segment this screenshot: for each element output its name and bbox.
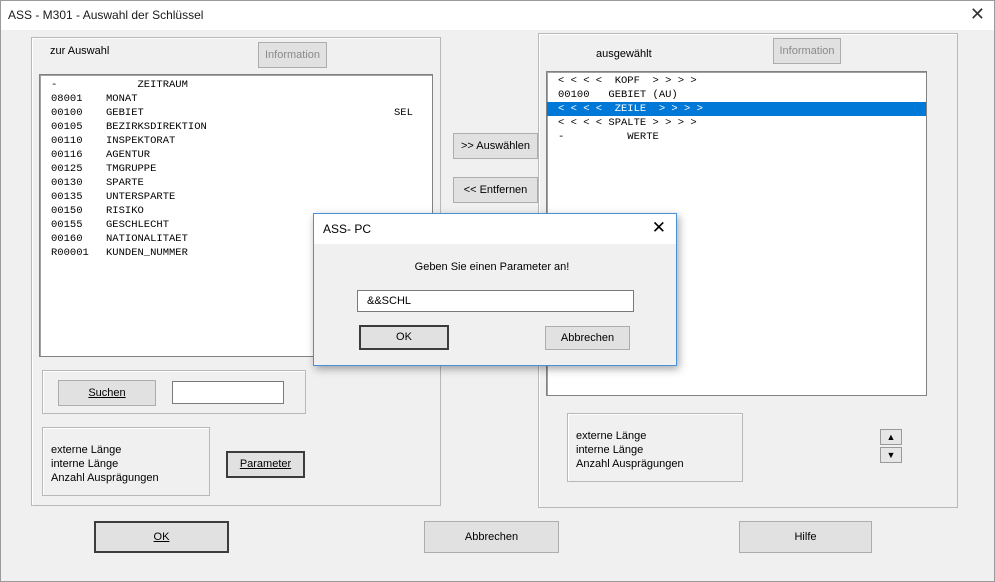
key-code: 00110 [51, 135, 83, 147]
key-name: GESCHLECHT [106, 219, 170, 231]
search-button-label: Suchen [88, 387, 126, 399]
dialog-close-icon[interactable]: ✕ [652, 218, 666, 238]
parameter-button[interactable]: Parameter [226, 451, 305, 478]
help-button[interactable]: Hilfe [739, 521, 872, 553]
key-name: RISIKO [106, 205, 144, 217]
select-button[interactable]: >> Auswählen [453, 133, 538, 159]
parameter-dialog: ASS- PC ✕ Geben Sie einen Parameter an! … [313, 213, 677, 366]
list-item[interactable]: 00100 GEBIET (AU) [547, 88, 926, 102]
external-length-label: externe Länge [576, 430, 647, 442]
key-name: AGENTUR [106, 149, 151, 161]
arrow-down-icon: ▼ [886, 450, 896, 460]
right-information-button[interactable]: Information [773, 38, 841, 64]
key-name: UNTERSPARTE [106, 191, 176, 203]
list-item[interactable]: 00100 GEBIET SEL [40, 106, 432, 120]
cancel-button-label: Abbrechen [464, 531, 519, 543]
list-item[interactable]: 00125 TMGRUPPE [40, 162, 432, 176]
list-item[interactable]: 00105 BEZIRKSDIREKTION [40, 120, 432, 134]
dialog-prompt: Geben Sie einen Parameter an! [414, 261, 570, 273]
key-name: INSPEKTORAT [106, 135, 176, 147]
parameter-button-label: Parameter [239, 458, 292, 470]
external-length-label: externe Länge [51, 444, 122, 456]
key-code: 00160 [51, 233, 83, 245]
internal-length-label: interne Länge [576, 444, 644, 456]
key-code: 00130 [51, 177, 83, 189]
window-title: ASS - M301 - Auswahl der Schlüssel [8, 8, 204, 22]
list-item[interactable]: 00116 AGENTUR [40, 148, 432, 162]
list-item[interactable]: < < < < KOPF > > > > [547, 74, 926, 88]
dialog-title-bar: ASS- PC ✕ [314, 214, 676, 244]
search-input[interactable] [172, 381, 284, 404]
key-code: 00105 [51, 121, 83, 133]
key-code: - [51, 79, 58, 91]
key-name: ZEITRAUM [106, 79, 188, 91]
key-code: 00135 [51, 191, 83, 203]
ok-button[interactable]: OK [94, 521, 229, 553]
value-count-label: Anzahl Ausprägungen [51, 472, 159, 484]
key-code: 00150 [51, 205, 83, 217]
selected-flag: SEL [394, 107, 413, 119]
key-code: R00001 [51, 247, 89, 259]
key-name: SPARTE [106, 177, 144, 189]
key-name: BEZIRKSDIREKTION [106, 121, 207, 133]
list-item[interactable]: 00110 INSPEKTORAT [40, 134, 432, 148]
close-icon[interactable]: ✕ [970, 4, 985, 25]
left-info-lines: externe Länge interne Länge Anzahl Auspr… [51, 443, 159, 485]
value-count-label: Anzahl Ausprägungen [576, 458, 684, 470]
search-button[interactable]: Suchen [58, 380, 156, 406]
key-name: KUNDEN_NUMMER [106, 247, 188, 259]
dialog-title: ASS- PC [323, 222, 372, 236]
key-code: 00116 [51, 149, 83, 161]
remove-button[interactable]: << Entfernen [453, 177, 538, 203]
list-item[interactable]: < < < < ZEILE > > > > [547, 102, 926, 116]
dialog-cancel-button[interactable]: Abbrechen [545, 326, 630, 350]
move-up-button[interactable]: ▲ [880, 429, 902, 445]
key-name: GEBIET [106, 107, 144, 119]
list-item[interactable]: < < < < SPALTE > > > > [547, 116, 926, 130]
key-code: 00125 [51, 163, 83, 175]
right-info-lines: externe Länge interne Länge Anzahl Auspr… [576, 429, 684, 471]
key-name: MONAT [106, 93, 138, 105]
cancel-button[interactable]: Abbrechen [424, 521, 559, 553]
list-item[interactable]: 00135 UNTERSPARTE [40, 190, 432, 204]
key-name: TMGRUPPE [106, 163, 157, 175]
title-bar: ASS - M301 - Auswahl der Schlüssel ✕ [0, 0, 995, 30]
dialog-ok-button[interactable]: OK [359, 325, 449, 350]
arrow-up-icon: ▲ [886, 432, 896, 442]
key-name: NATIONALITAET [106, 233, 188, 245]
left-information-button[interactable]: Information [258, 42, 327, 68]
list-item[interactable]: 00130 SPARTE [40, 176, 432, 190]
list-item[interactable]: 08001 MONAT [40, 92, 432, 106]
ok-button-label: OK [153, 531, 170, 543]
internal-length-label: interne Länge [51, 458, 119, 470]
selected-keys-heading: ausgewählt [596, 48, 652, 60]
parameter-input[interactable] [357, 290, 634, 312]
key-code: 00155 [51, 219, 83, 231]
help-button-label: Hilfe [794, 531, 817, 543]
available-keys-heading: zur Auswahl [50, 45, 110, 57]
list-item[interactable]: - ZEITRAUM [40, 78, 432, 92]
list-item[interactable]: - WERTE [547, 130, 926, 144]
key-code: 08001 [51, 93, 83, 105]
key-code: 00100 [51, 107, 83, 119]
move-down-button[interactable]: ▼ [880, 447, 902, 463]
